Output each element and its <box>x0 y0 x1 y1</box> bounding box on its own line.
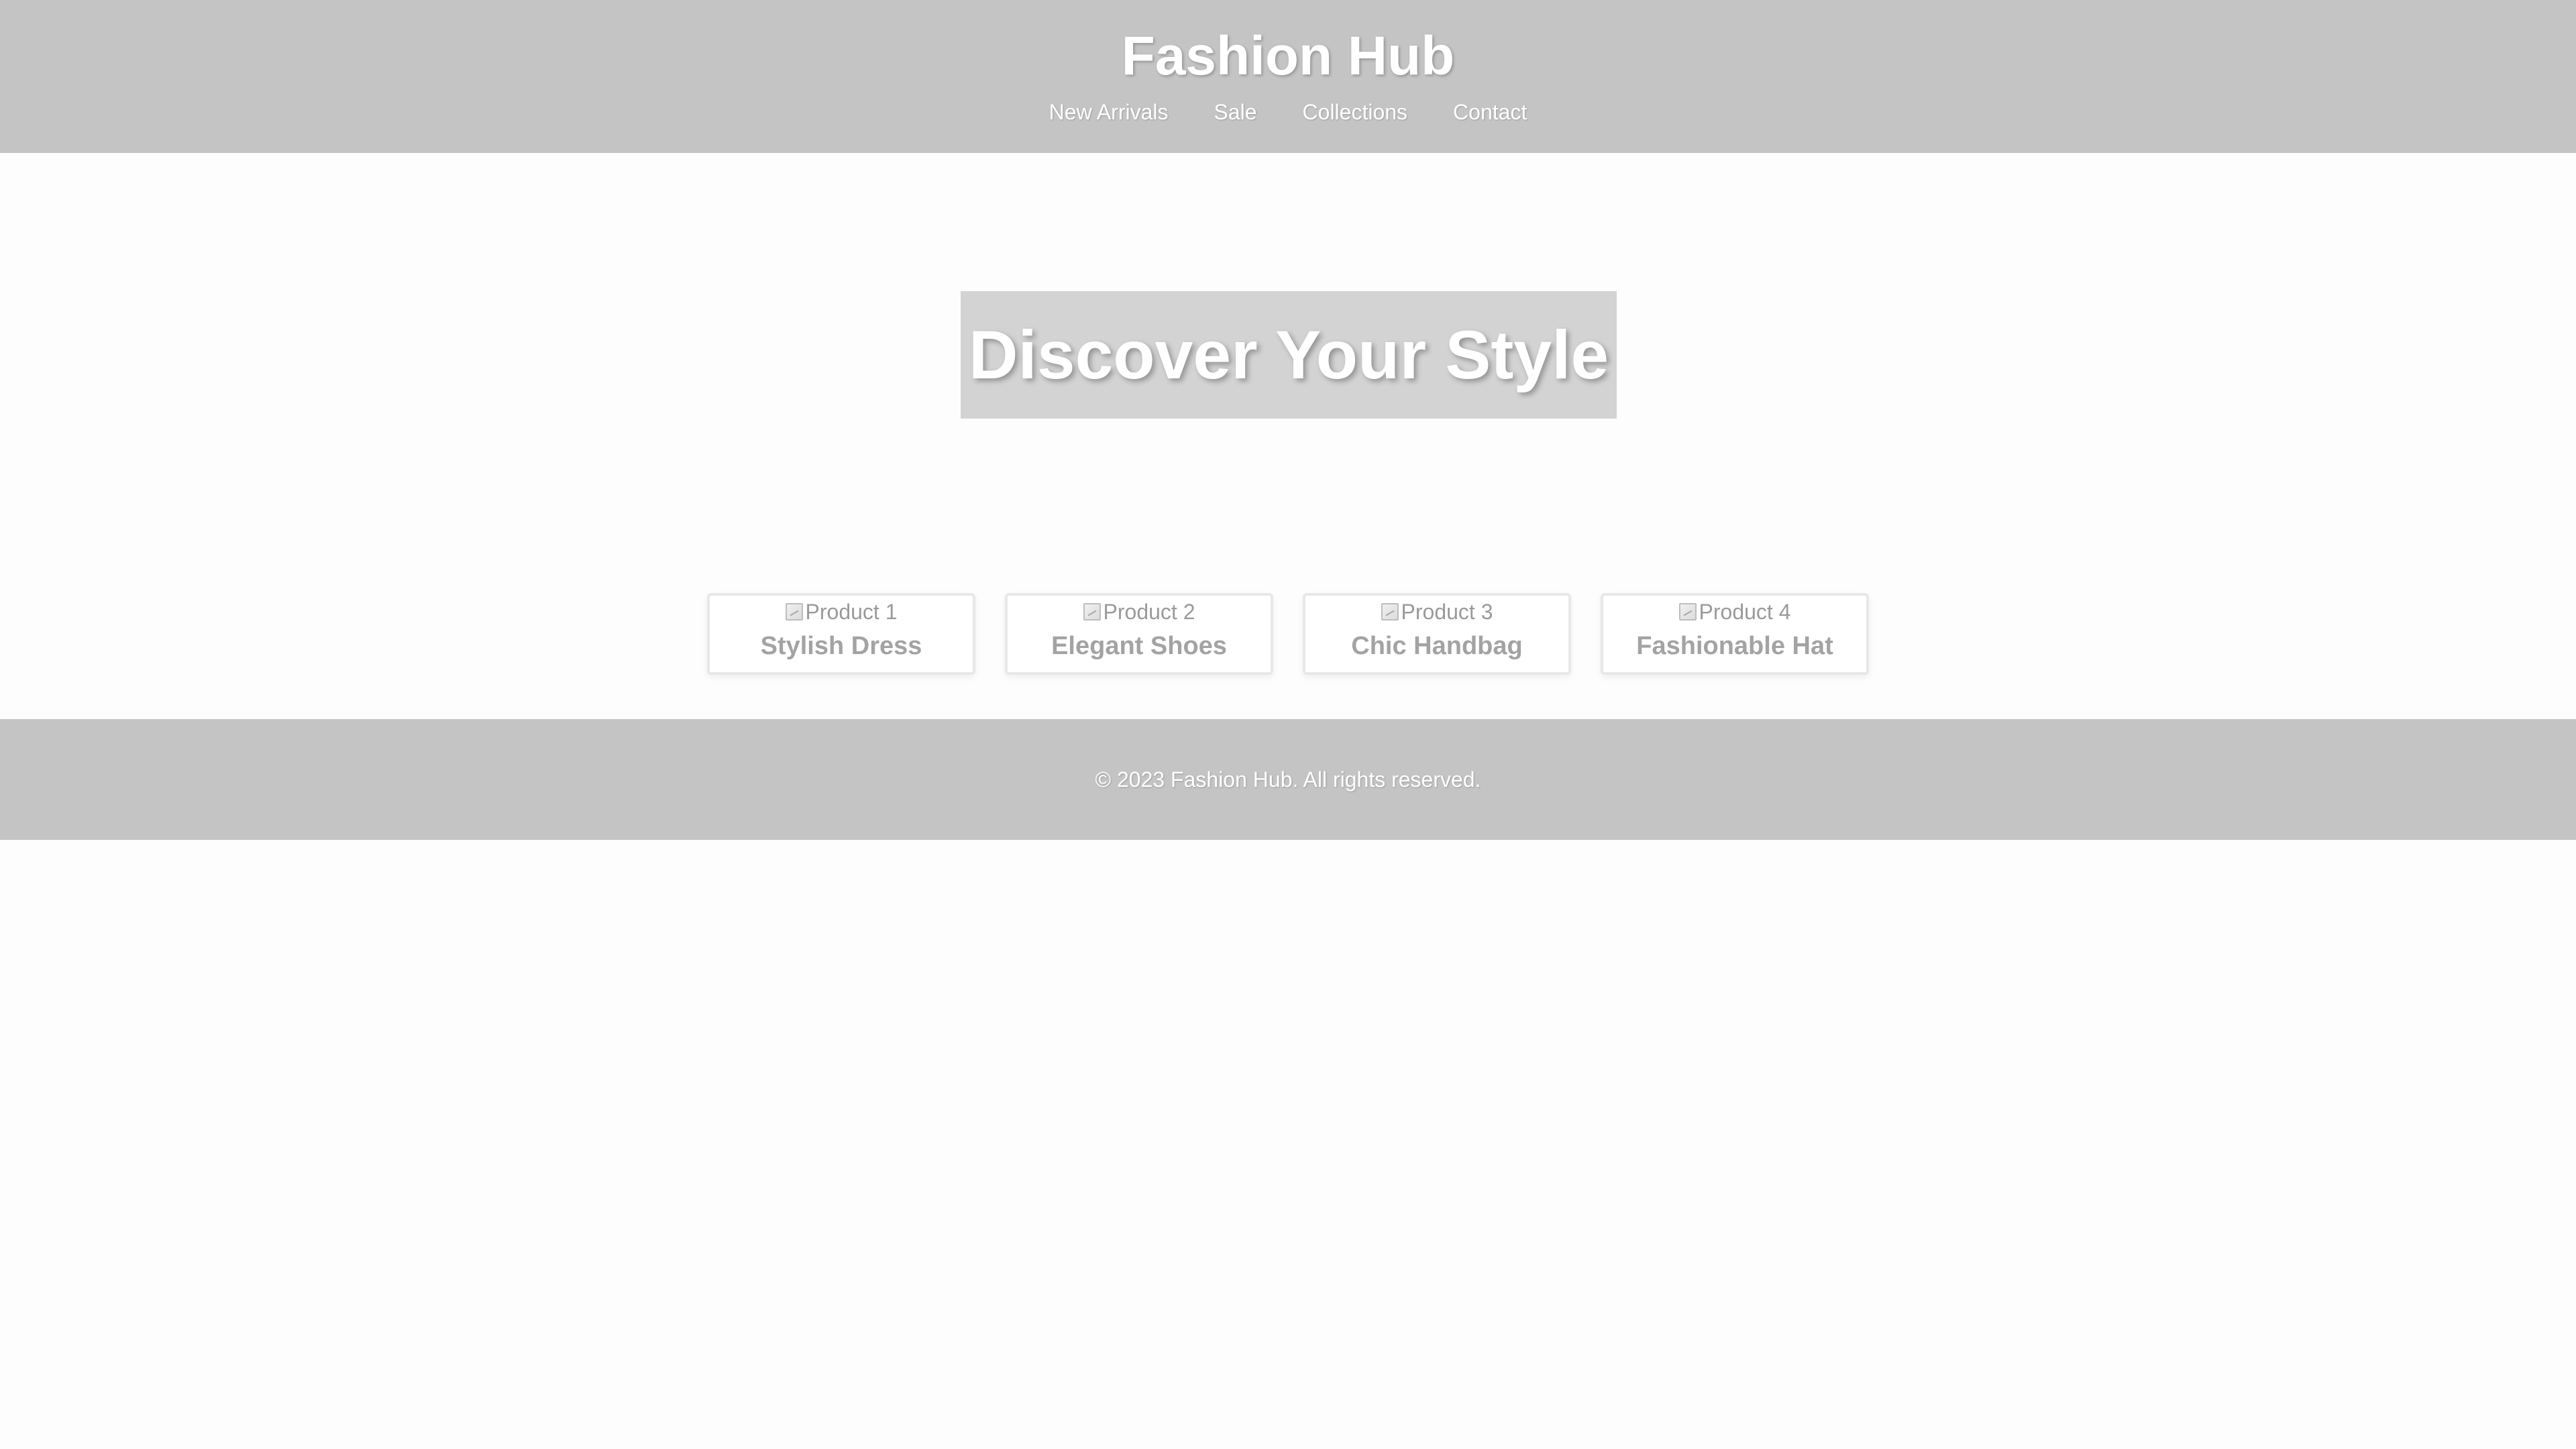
product-image-alt: Product 4 <box>1699 600 1791 624</box>
nav-link-new-arrivals[interactable]: New Arrivals <box>1049 99 1169 125</box>
product-image[interactable]: Product 1 <box>785 598 898 625</box>
copyright-text: © 2023 Fashion Hub. All rights reserved. <box>1095 767 1481 792</box>
broken-image-icon <box>785 603 803 621</box>
product-image-alt: Product 1 <box>805 600 898 624</box>
product-image[interactable]: Product 3 <box>1381 598 1493 625</box>
product-card[interactable]: Product 2 Elegant Shoes <box>1005 593 1273 675</box>
product-image-alt: Product 3 <box>1401 600 1493 624</box>
product-image[interactable]: Product 2 <box>1083 598 1195 625</box>
broken-image-icon <box>1381 603 1399 621</box>
product-name[interactable]: Elegant Shoes <box>1008 631 1271 661</box>
product-grid: Product 1 Stylish Dress Product 2 Elegan… <box>0 593 2576 675</box>
nav-link-collections[interactable]: Collections <box>1303 99 1408 125</box>
product-card[interactable]: Product 3 Chic Handbag <box>1303 593 1571 675</box>
broken-image-icon <box>1678 603 1697 621</box>
product-name[interactable]: Chic Handbag <box>1305 631 1568 661</box>
main-nav: New Arrivals Sale Collections Contact <box>0 99 2576 125</box>
product-card[interactable]: Product 1 Stylish Dress <box>707 593 975 675</box>
product-name[interactable]: Stylish Dress <box>710 631 973 661</box>
product-card[interactable]: Product 4 Fashionable Hat <box>1601 593 1869 675</box>
nav-link-contact[interactable]: Contact <box>1453 99 1527 125</box>
product-image-alt: Product 2 <box>1103 600 1195 624</box>
site-header: Fashion Hub New Arrivals Sale Collection… <box>0 0 2576 153</box>
hero-banner: Discover Your Style <box>961 291 1617 419</box>
site-footer: © 2023 Fashion Hub. All rights reserved. <box>0 719 2576 840</box>
product-image[interactable]: Product 4 <box>1678 598 1791 625</box>
broken-image-icon <box>1083 603 1101 621</box>
site-title: Fashion Hub <box>1121 25 1455 87</box>
hero-section: Discover Your Style <box>0 153 2576 582</box>
nav-link-sale[interactable]: Sale <box>1214 99 1256 125</box>
hero-title: Discover Your Style <box>968 316 1609 393</box>
product-name[interactable]: Fashionable Hat <box>1603 631 1866 661</box>
